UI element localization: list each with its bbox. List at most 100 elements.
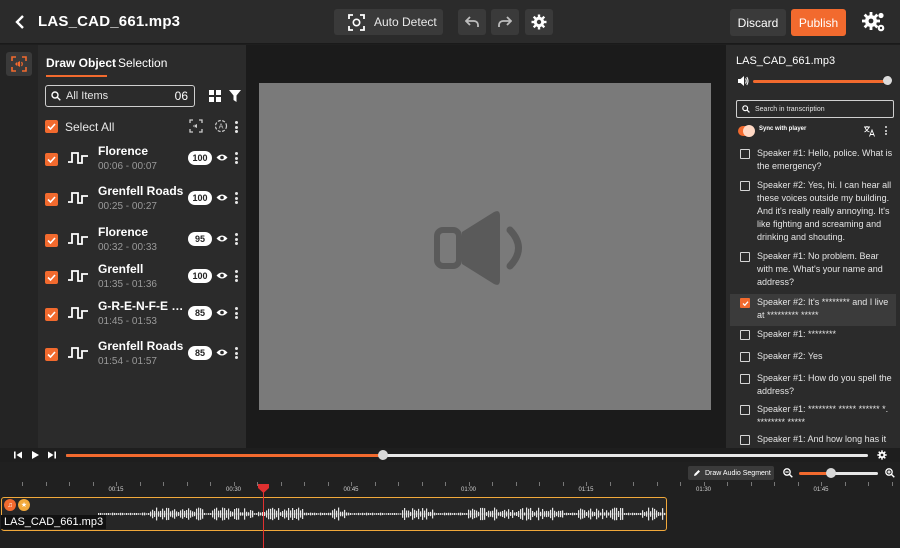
utterance-checkbox[interactable]: [740, 149, 750, 159]
grid-view-icon[interactable]: [209, 90, 221, 102]
transcript-title: LAS_CAD_661.mp3: [736, 55, 836, 67]
object-item[interactable]: G-R-E-N-F-E do.. 01:45 - 01:53 85: [45, 299, 245, 335]
eye-icon[interactable]: [216, 153, 228, 162]
transcript-utterance[interactable]: Speaker #1: How do you spell the address…: [740, 372, 896, 398]
sync-with-player-toggle[interactable]: [738, 125, 755, 137]
utterance-checkbox[interactable]: [740, 405, 750, 415]
utterance-checkbox[interactable]: [740, 330, 750, 340]
auto-detect-button[interactable]: Auto Detect: [334, 9, 443, 35]
eye-icon[interactable]: [216, 193, 228, 202]
transcript-utterance[interactable]: Speaker #1: No problem. Bear with me. Wh…: [740, 250, 896, 289]
object-item-more-button[interactable]: [235, 192, 238, 204]
object-item-checkbox[interactable]: [45, 271, 58, 284]
object-item-checkbox[interactable]: [45, 234, 58, 247]
filter-icon[interactable]: [229, 90, 241, 102]
volume-icon[interactable]: [737, 75, 749, 87]
player-settings-gear-icon[interactable]: [877, 450, 887, 460]
transcript-search-input[interactable]: Search in transcription: [736, 100, 894, 118]
object-item-more-button[interactable]: [235, 152, 238, 164]
app-settings-button[interactable]: [862, 11, 886, 33]
ruler-tick: [845, 482, 846, 486]
playhead[interactable]: [263, 492, 264, 548]
transcript-utterance[interactable]: Speaker #1: ******** ***** ****** *. ***…: [740, 403, 896, 429]
transcript-utterance[interactable]: Speaker #1: And how long has it: [740, 433, 896, 447]
ruler-tick: [704, 482, 705, 486]
object-item[interactable]: Grenfell 01:35 - 01:36 100: [45, 262, 245, 298]
utterance-checkbox[interactable]: [740, 252, 750, 262]
transcript-more-button[interactable]: [885, 126, 887, 135]
redo-button[interactable]: [491, 9, 519, 35]
draw-audio-segment-button[interactable]: Draw Audio Segment: [688, 466, 774, 480]
zoom-slider-thumb[interactable]: [825, 468, 836, 478]
player-bar: [0, 448, 900, 462]
eye-icon[interactable]: [216, 348, 228, 357]
audio-detect-tool-button[interactable]: [6, 52, 32, 76]
utterance-checkbox[interactable]: [740, 352, 750, 362]
zoom-out-icon[interactable]: [783, 468, 793, 478]
utterance-checkbox[interactable]: [740, 181, 750, 191]
object-item-score: 85: [188, 306, 212, 320]
tab-selection[interactable]: Selection: [118, 56, 167, 70]
play-icon[interactable]: [30, 450, 40, 460]
gears-icon: [862, 12, 885, 32]
tab-draw-object[interactable]: Draw Object: [46, 56, 116, 70]
ruler-tick-label: 00:30: [225, 487, 242, 493]
object-item-checkbox[interactable]: [45, 193, 58, 206]
seek-bar-thumb[interactable]: [377, 450, 388, 460]
select-all-more-button[interactable]: [235, 121, 238, 133]
volume-slider-thumb[interactable]: [883, 76, 892, 85]
eye-icon[interactable]: [216, 234, 228, 243]
volume-slider-track[interactable]: [753, 80, 887, 83]
translate-icon[interactable]: [863, 125, 875, 137]
undo-button[interactable]: [458, 9, 486, 35]
object-item-more-button[interactable]: [235, 347, 238, 359]
annotation-canvas[interactable]: [259, 83, 711, 410]
audio-clip-label: LAS_CAD_661.mp3: [1, 515, 107, 529]
object-item-checkbox[interactable]: [45, 308, 58, 321]
object-item[interactable]: Florence 00:32 - 00:33 95: [45, 225, 245, 261]
discard-button[interactable]: Discard: [730, 9, 786, 36]
bulk-rename-icon[interactable]: A: [214, 119, 228, 133]
skip-back-icon[interactable]: [13, 450, 23, 460]
object-item-more-button[interactable]: [235, 233, 238, 245]
playhead-handle[interactable]: [258, 484, 269, 493]
zoom-in-icon[interactable]: [885, 468, 895, 478]
object-item-more-button[interactable]: [235, 307, 238, 319]
utterance-checkbox[interactable]: [740, 298, 750, 308]
zoom-slider-track[interactable]: [830, 472, 878, 475]
back-button[interactable]: [10, 12, 30, 32]
publish-button[interactable]: Publish: [791, 9, 846, 36]
eye-icon[interactable]: [216, 308, 228, 317]
transcript-utterance[interactable]: Speaker #2: Yes: [740, 350, 896, 364]
object-item-checkbox[interactable]: [45, 153, 58, 166]
check-icon: [47, 351, 56, 358]
utterance-checkbox[interactable]: [740, 435, 750, 445]
skip-forward-icon[interactable]: [47, 450, 57, 460]
transcript-utterance[interactable]: Speaker #2: Yes, hi. I can hear all thes…: [740, 179, 896, 244]
audio-segment-icon: [68, 192, 88, 204]
time-ruler[interactable]: 00:15 00:30 00:45 01:00 01:15 01:30 01:45: [0, 482, 900, 496]
check-icon: [47, 237, 56, 244]
object-item-time: 00:25 - 00:27: [98, 201, 157, 212]
utterance-checkbox[interactable]: [740, 374, 750, 384]
speaker-icon: [434, 211, 522, 285]
item-count: 06: [174, 89, 188, 103]
object-item[interactable]: Grenfell Roads 01:54 - 01:57 85: [45, 339, 245, 375]
select-all-checkbox[interactable]: [45, 120, 58, 133]
canvas-settings-button[interactable]: [525, 9, 553, 35]
transcript-utterance[interactable]: Speaker #1: ********: [740, 328, 896, 342]
object-search-input[interactable]: All Items 06: [45, 85, 195, 107]
transcript-utterance[interactable]: Speaker #2: It's ******** and I live at …: [730, 294, 896, 326]
object-item-checkbox[interactable]: [45, 348, 58, 361]
bulk-audio-detect-icon[interactable]: [189, 119, 203, 133]
ruler-tick: [351, 482, 352, 486]
auto-detect-icon: [348, 13, 365, 31]
object-item[interactable]: Florence 00:06 - 00:07 100: [45, 144, 245, 180]
object-item-more-button[interactable]: [235, 270, 238, 282]
transcript-utterance[interactable]: Speaker #1: Hello, police. What is the e…: [740, 147, 896, 173]
ruler-tick: [563, 482, 564, 486]
ruler-tick: [492, 482, 493, 486]
object-item[interactable]: Grenfell Roads 00:25 - 00:27 100: [45, 184, 245, 220]
redo-icon: [498, 16, 512, 27]
eye-icon[interactable]: [216, 271, 228, 280]
